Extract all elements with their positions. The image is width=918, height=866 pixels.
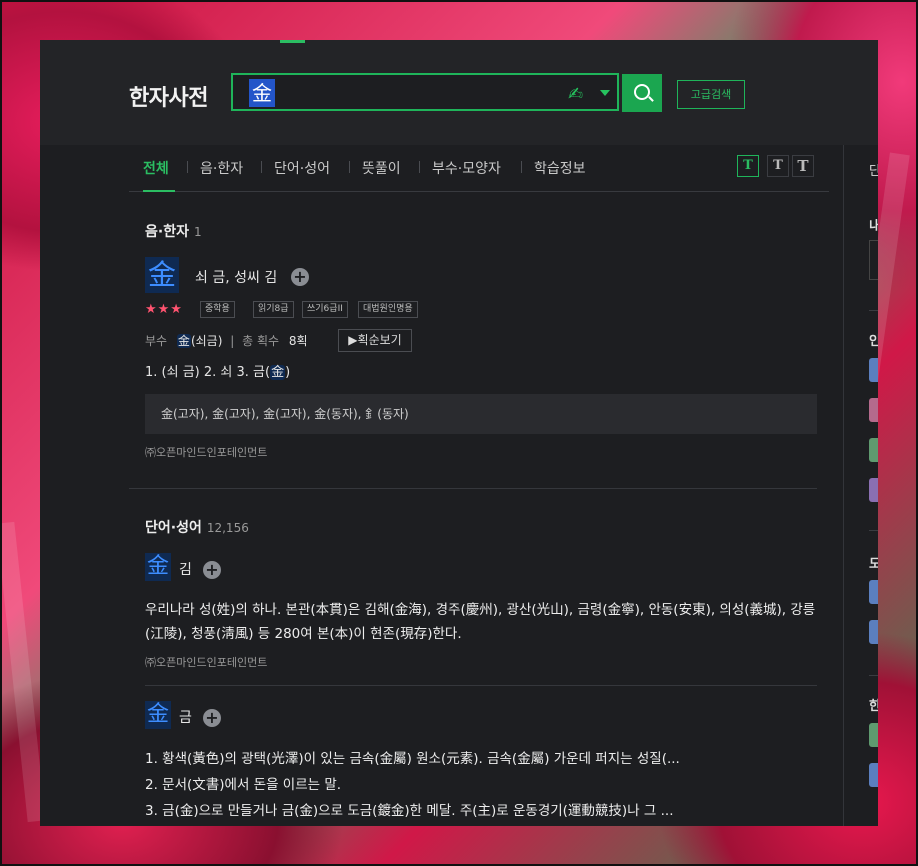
word-reading: 김 (179, 562, 192, 578)
font-size-small-button[interactable]: T (737, 155, 759, 177)
stroke-label: 총 획수 (242, 334, 280, 348)
radical-name: (쇠금) (190, 334, 223, 348)
word-definition: 우리나라 성(姓)의 하나. 본관(本貫)은 김해(金海), 경주(慶州), 광… (145, 602, 816, 642)
radical-info: 부수 金(쇠금) | 총 획수 8획 (145, 332, 308, 349)
hanja-meaning: 쇠 금, 성씨 김 (195, 270, 278, 286)
tab-words[interactable]: 단어·성어 (274, 158, 330, 178)
dictionary-window: 한자사전 金 ✍ 고급검색 전체 음·한자 단어·성어 뜻풀이 부수·모양자 학… (40, 40, 878, 826)
search-input-value[interactable]: 金 (249, 79, 275, 107)
sidebar-label: 인 (869, 334, 878, 349)
sidebar-label: 도 (869, 557, 878, 572)
tab-meaning[interactable]: 뜻풀이 (362, 158, 401, 178)
section-divider (129, 488, 817, 489)
stroke-order-label: 획순보기 (357, 333, 402, 347)
section-count: 1 (193, 225, 202, 239)
search-input[interactable]: 金 ✍ (231, 73, 619, 111)
sidebar-item[interactable] (869, 358, 878, 382)
sidebar-input[interactable] (869, 240, 878, 280)
sidebar-item[interactable] (869, 723, 878, 747)
sidebar-separator (869, 530, 878, 531)
source-credit: ㈜오픈마인드인포테인먼트 (145, 656, 268, 669)
entry-divider (145, 685, 817, 686)
radical-character-link[interactable]: 金 (176, 334, 191, 348)
definitions-text: ) (285, 365, 291, 380)
font-size-large-button[interactable]: T (792, 155, 814, 177)
tab-radical[interactable]: 부수·모양자 (432, 158, 501, 178)
sidebar-divider (843, 145, 844, 826)
search-icon-handle (648, 96, 654, 102)
word-definition-line: 1. 황색(黃色)의 광택(光澤)이 있는 금속(金屬) 원소(元素). 금속(… (145, 751, 680, 767)
tab-bar: 전체 음·한자 단어·성어 뜻풀이 부수·모양자 학습정보 (129, 145, 829, 192)
level-badge: 중학용 (200, 301, 235, 318)
background-stripe (2, 521, 46, 823)
section-count: 12,156 (206, 521, 249, 535)
tab-divider (187, 161, 188, 173)
handwriting-input-icon[interactable]: ✍ (568, 84, 583, 105)
importance-stars: ★★★ (145, 302, 183, 317)
sidebar-item[interactable] (869, 763, 878, 787)
sidebar-item[interactable] (869, 398, 878, 422)
sidebar-separator (869, 310, 878, 311)
header-accent-bar (280, 40, 305, 43)
add-to-wordbook-icon[interactable]: + (291, 268, 309, 286)
level-badge: 대법원인명용 (358, 301, 418, 318)
section-heading-sound-hanja: 음·한자 1 (145, 221, 202, 241)
word-definition-line: 2. 문서(文書)에서 돈을 이르는 말. (145, 777, 342, 793)
tab-divider (349, 161, 350, 173)
page-title: 한자사전 (129, 86, 208, 111)
tab-sound-hanja[interactable]: 음·한자 (200, 158, 243, 178)
hanja-character-link[interactable]: 金 (145, 257, 179, 293)
stroke-order-button[interactable]: ▶획순보기 (338, 329, 412, 352)
info-divider: | (230, 334, 235, 348)
definitions-line: 1. (쇠 금) 2. 쇠 3. 금(金) (145, 361, 290, 380)
header: 한자사전 金 ✍ 고급검색 (40, 40, 878, 145)
variant-forms-box: 金(고자), 金(고자), 金(고자), 金(동자), 釒(동자) (145, 394, 817, 434)
tab-divider (261, 161, 262, 173)
sidebar-item[interactable] (869, 438, 878, 462)
tab-divider (419, 161, 420, 173)
level-badge: 읽기8급 (253, 301, 294, 318)
active-tab-indicator (143, 190, 175, 192)
word-reading: 금 (179, 710, 192, 726)
sidebar-separator (869, 675, 878, 676)
section-title: 단어·성어 (145, 520, 202, 536)
radical-label: 부수 (145, 334, 168, 348)
word-hanja-link[interactable]: 金 (145, 701, 171, 729)
chevron-down-icon[interactable] (600, 90, 610, 96)
add-to-wordbook-icon[interactable]: + (203, 709, 221, 727)
section-heading-words: 단어·성어 12,156 (145, 517, 249, 537)
source-credit: ㈜오픈마인드인포테인먼트 (145, 446, 268, 459)
hanja-link[interactable]: 金 (270, 365, 286, 380)
tab-divider (521, 161, 522, 173)
search-button[interactable] (622, 74, 662, 112)
word-hanja-link[interactable]: 金 (145, 553, 171, 581)
sidebar-label: 내 (869, 219, 878, 234)
definitions-text: 1. (쇠 금) 2. 쇠 3. 금( (145, 365, 271, 380)
tab-all[interactable]: 전체 (143, 158, 169, 178)
stroke-count: 8획 (288, 334, 308, 348)
tab-study[interactable]: 학습정보 (534, 158, 586, 178)
advanced-search-button[interactable]: 고급검색 (677, 80, 745, 109)
font-size-medium-button[interactable]: T (767, 155, 789, 177)
sidebar-label: 단 (869, 164, 878, 179)
sidebar-item[interactable] (869, 580, 878, 604)
level-badge: 쓰기6급II (302, 301, 348, 318)
section-title: 음·한자 (145, 224, 189, 240)
sidebar-item[interactable] (869, 620, 878, 644)
add-to-wordbook-icon[interactable]: + (203, 561, 221, 579)
sidebar-label: 한 (869, 699, 878, 714)
word-definition-line: 3. 금(金)으로 만들거나 금(金)으로 도금(鍍金)한 메달. 주(主)로 … (145, 803, 674, 819)
sidebar-item[interactable] (869, 478, 878, 502)
